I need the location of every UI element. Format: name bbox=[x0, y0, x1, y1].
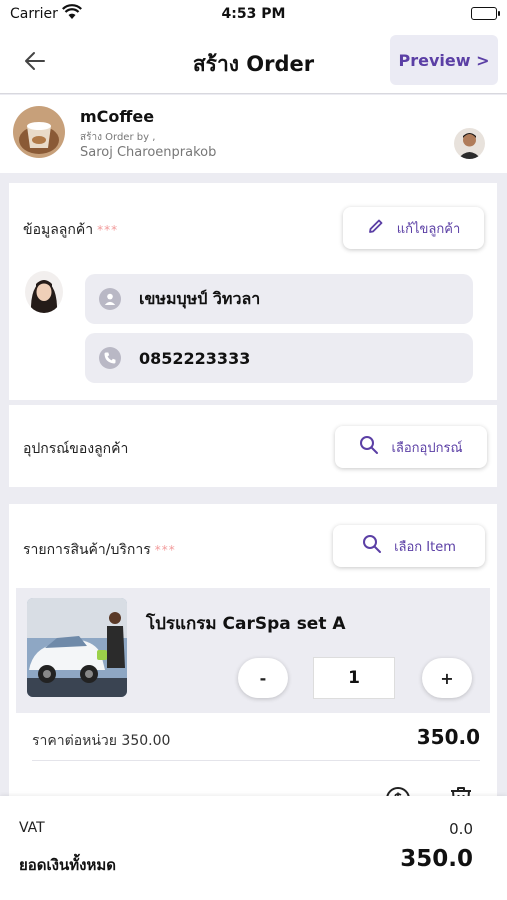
required-mark: *** bbox=[97, 223, 119, 237]
item-price-row: ราคาต่อหน่วย 350.00 350.0 bbox=[16, 713, 490, 811]
shop-name: mCoffee bbox=[80, 107, 155, 126]
decrease-quantity-button[interactable]: - bbox=[238, 658, 288, 698]
customer-phone-value: 0852223333 bbox=[139, 348, 251, 368]
item-name: โปรแกรม CarSpa set A bbox=[146, 614, 346, 634]
search-icon bbox=[362, 534, 382, 558]
order-item: โปรแกรม CarSpa set A - 1 + ราคาต่อหน่วย … bbox=[16, 588, 490, 811]
select-item-label: เลือก Item bbox=[394, 539, 456, 555]
user-avatar[interactable] bbox=[454, 128, 485, 159]
creator-name: Saroj Charoenprakob bbox=[80, 145, 217, 160]
customer-phone-field[interactable]: 0852223333 bbox=[85, 333, 473, 383]
total-label: ยอดเงินทั้งหมด bbox=[19, 856, 116, 874]
created-by-label: สร้าง Order by , bbox=[80, 132, 156, 143]
select-equipment-button[interactable]: เลือกอุปกรณ์ bbox=[335, 426, 487, 468]
required-mark: *** bbox=[154, 543, 176, 557]
items-card: รายการสินค้า/บริการ *** เลือก Item โปรแก… bbox=[9, 504, 497, 811]
select-equipment-label: เลือกอุปกรณ์ bbox=[391, 440, 463, 456]
order-summary-footer: VAT 0.0 ยอดเงินทั้งหมด 350.0 bbox=[0, 796, 507, 900]
quantity-field[interactable]: 1 bbox=[313, 657, 395, 699]
person-icon bbox=[99, 288, 121, 310]
phone-icon bbox=[99, 347, 121, 369]
select-item-button[interactable]: เลือก Item bbox=[333, 525, 485, 567]
pencil-icon bbox=[367, 217, 385, 239]
search-icon bbox=[359, 435, 379, 459]
item-thumbnail bbox=[27, 598, 127, 697]
increase-quantity-button[interactable]: + bbox=[422, 658, 472, 698]
shop-header: mCoffee สร้าง Order by , Saroj Charoenpr… bbox=[0, 95, 507, 173]
divider bbox=[32, 760, 480, 761]
vat-label: VAT bbox=[19, 820, 45, 836]
total-value: 350.0 bbox=[400, 846, 473, 872]
customer-card: ข้อมูลลูกค้า *** แก้ไขลูกค้า เขษมบุษป์ วิ… bbox=[9, 183, 497, 400]
shop-logo bbox=[13, 106, 65, 158]
customer-name-field[interactable]: เขษมบุษป์ วิทวลา bbox=[85, 274, 473, 324]
items-section-label: รายการสินค้า/บริการ *** bbox=[23, 542, 176, 558]
customer-photo bbox=[25, 271, 63, 313]
status-bar: Carrier 4:53 PM bbox=[0, 0, 507, 28]
status-time: 4:53 PM bbox=[221, 6, 286, 22]
unit-price: ราคาต่อหน่วย 350.00 bbox=[32, 733, 171, 749]
customer-name-value: เขษมบุษป์ วิทวลา bbox=[139, 288, 261, 308]
navigation-bar: สร้าง Order Preview > bbox=[0, 28, 507, 94]
battery-icon bbox=[471, 7, 500, 20]
vat-value: 0.0 bbox=[449, 820, 473, 838]
preview-button[interactable]: Preview > bbox=[390, 35, 498, 85]
edit-customer-button[interactable]: แก้ไขลูกค้า bbox=[343, 207, 484, 249]
equipment-card: อุปกรณ์ของลูกค้า เลือกอุปกรณ์ bbox=[9, 405, 497, 487]
edit-customer-label: แก้ไขลูกค้า bbox=[396, 221, 461, 237]
equipment-section-label: อุปกรณ์ของลูกค้า bbox=[23, 441, 129, 457]
item-line-total: 350.0 bbox=[416, 725, 480, 749]
customer-section-label: ข้อมูลลูกค้า *** bbox=[23, 222, 119, 238]
